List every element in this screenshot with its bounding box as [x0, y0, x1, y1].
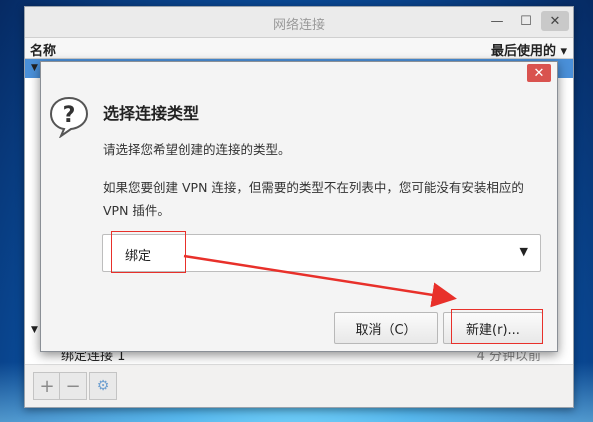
remove-connection-button[interactable]: − — [59, 372, 87, 400]
expand-triangle-icon[interactable]: ▼ — [31, 63, 38, 73]
settings-gear-button[interactable]: ⚙ — [89, 372, 117, 400]
add-connection-button[interactable]: + — [33, 372, 61, 400]
bottom-toolbar: + − ⚙ — [25, 364, 573, 407]
selected-connection-type: 绑定 — [125, 249, 152, 264]
choose-connection-type-dialog: ✕ ? 选择连接类型 请选择您希望创建的连接的类型。 如果您要创建 VPN 连接… — [40, 61, 558, 352]
svg-text:?: ? — [63, 103, 76, 128]
cancel-button[interactable]: 取消（C） — [334, 312, 438, 344]
title-bar: 网络连接 — ☐ ✕ — [25, 7, 573, 38]
dialog-description: 请选择您希望创建的连接的类型。 — [103, 142, 291, 157]
vpn-plugin-info: 如果您要创建 VPN 连接，但需要的类型不在列表中，您可能没有安装相应的 VPN… — [103, 180, 524, 218]
question-icon: ? — [49, 96, 89, 142]
dialog-title: 选择连接类型 — [103, 104, 200, 123]
minimize-button[interactable]: — — [486, 11, 508, 31]
column-last-used-header[interactable]: 最后使用的 ▾ — [491, 40, 567, 59]
create-button[interactable]: 新建(r)... — [443, 312, 543, 344]
connection-type-dropdown[interactable]: 绑定 ▼ — [102, 234, 541, 272]
dropdown-arrow-icon: ▼ — [519, 245, 528, 258]
window-close-button[interactable]: ✕ — [541, 11, 569, 31]
dialog-close-button[interactable]: ✕ — [527, 64, 551, 82]
expand-triangle-icon[interactable]: ▼ — [31, 325, 38, 335]
list-header: 名称 最后使用的 ▾ — [25, 38, 573, 59]
maximize-button[interactable]: ☐ — [515, 11, 537, 31]
column-name-header[interactable]: 名称 — [30, 40, 56, 59]
